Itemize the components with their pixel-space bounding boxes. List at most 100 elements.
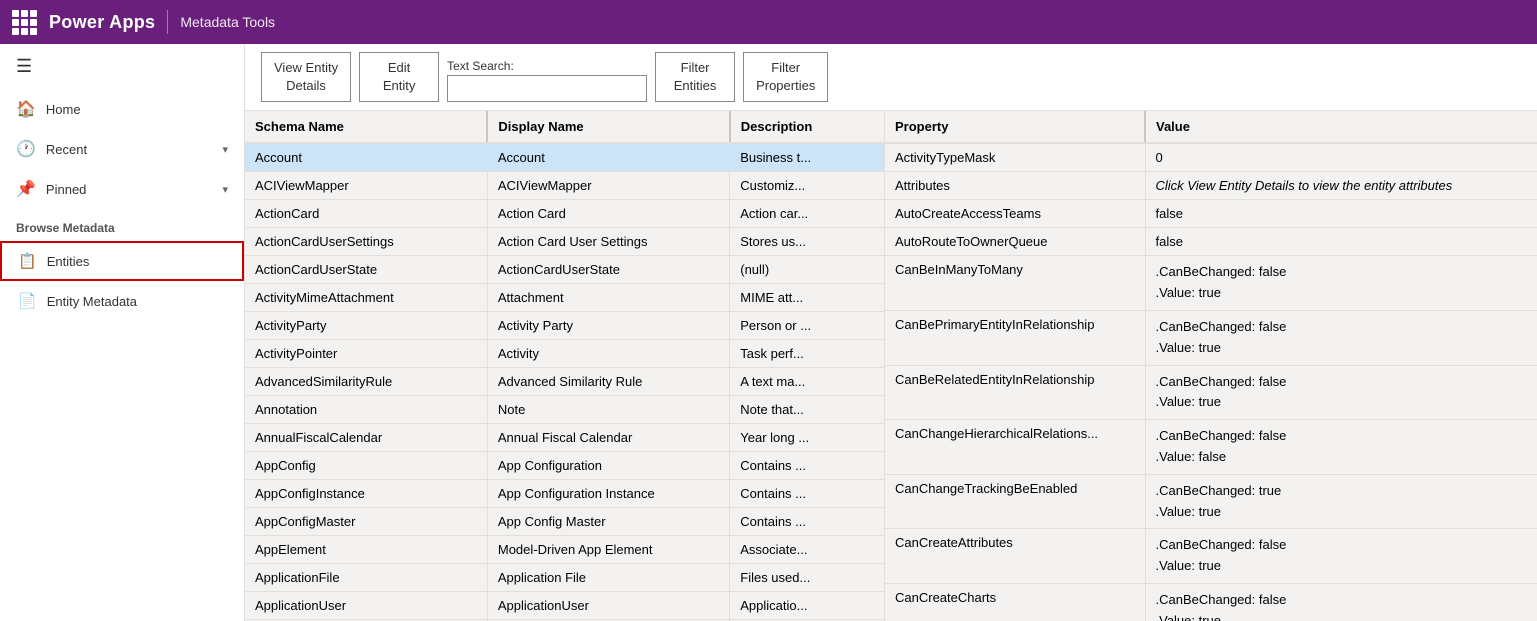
prop-name: ActivityTypeMask — [885, 143, 1145, 172]
prop-value: .CanBeChanged: false .Value: true — [1145, 529, 1537, 584]
prop-value: 0 — [1145, 143, 1537, 172]
recent-icon: 🕐 — [16, 139, 36, 159]
schema-name-cell: ACIViewMapper — [245, 172, 487, 200]
table-row[interactable]: ActionCardUserStateActionCardUserState(n… — [245, 256, 884, 284]
schema-name-cell: AppConfigMaster — [245, 508, 487, 536]
browse-metadata-title: Browse Metadata — [0, 209, 244, 241]
property-header: Property — [885, 111, 1145, 143]
sidebar-item-pinned[interactable]: 📌 Pinned ▾ — [0, 169, 244, 209]
display-name-cell: ActionCardUserState — [487, 256, 729, 284]
display-name-cell: Note — [487, 396, 729, 424]
prop-value: .CanBeChanged: true .Value: true — [1145, 474, 1537, 529]
description-cell: Applicatio... — [730, 592, 884, 620]
display-name-cell: App Config Master — [487, 508, 729, 536]
top-navigation: Power Apps Metadata Tools — [0, 0, 1537, 44]
prop-name: CanBePrimaryEntityInRelationship — [885, 310, 1145, 365]
search-group: Text Search: — [447, 59, 647, 102]
prop-row: CanCreateAttributes.CanBeChanged: false … — [885, 529, 1537, 584]
table-row[interactable]: AppConfigMasterApp Config MasterContains… — [245, 508, 884, 536]
prop-row: CanCreateCharts.CanBeChanged: false .Val… — [885, 583, 1537, 621]
entity-metadata-icon: 📄 — [18, 292, 37, 310]
prop-name: CanCreateAttributes — [885, 529, 1145, 584]
table-row[interactable]: ActivityPointerActivityTask perf... — [245, 340, 884, 368]
entity-list: Schema Name Display Name Description Acc… — [245, 111, 885, 621]
prop-value: .CanBeChanged: false .Value: true — [1145, 365, 1537, 420]
search-input[interactable] — [447, 75, 647, 102]
schema-name-cell: ActionCardUserSettings — [245, 228, 487, 256]
table-row[interactable]: AdvancedSimilarityRuleAdvanced Similarit… — [245, 368, 884, 396]
prop-row: AttributesClick View Entity Details to v… — [885, 172, 1537, 200]
prop-row: CanBeInManyToMany.CanBeChanged: false .V… — [885, 256, 1537, 311]
table-row[interactable]: AppConfigInstanceApp Configuration Insta… — [245, 480, 884, 508]
sidebar: ☰ 🏠 Home 🕐 Recent ▾ 📌 Pinned ▾ Browse Me… — [0, 44, 245, 621]
description-cell: A text ma... — [730, 368, 884, 396]
table-row[interactable]: ActionCardAction CardAction car... — [245, 200, 884, 228]
schema-name-cell: ActionCardUserState — [245, 256, 487, 284]
table-row[interactable]: ActivityMimeAttachmentAttachmentMIME att… — [245, 284, 884, 312]
sidebar-item-recent[interactable]: 🕐 Recent ▾ — [0, 129, 244, 169]
entity-metadata-label: Entity Metadata — [47, 294, 137, 309]
prop-row: CanChangeTrackingBeEnabled.CanBeChanged:… — [885, 474, 1537, 529]
description-cell: Year long ... — [730, 424, 884, 452]
prop-row: ActivityTypeMask0 — [885, 143, 1537, 172]
prop-row: CanBeRelatedEntityInRelationship.CanBeCh… — [885, 365, 1537, 420]
description-cell: Associate... — [730, 536, 884, 564]
display-name-cell: Advanced Similarity Rule — [487, 368, 729, 396]
prop-name: CanBeRelatedEntityInRelationship — [885, 365, 1145, 420]
display-name-cell: Activity — [487, 340, 729, 368]
display-name-cell: ACIViewMapper — [487, 172, 729, 200]
table-row[interactable]: AppElementModel-Driven App ElementAssoci… — [245, 536, 884, 564]
table-row[interactable]: ACIViewMapperACIViewMapperCustomiz... — [245, 172, 884, 200]
properties-panel[interactable]: Property Value ActivityTypeMask0Attribut… — [885, 111, 1537, 621]
description-cell: Stores us... — [730, 228, 884, 256]
description-cell: Task perf... — [730, 340, 884, 368]
schema-name-cell: ActionCard — [245, 200, 487, 228]
prop-value: .CanBeChanged: false .Value: true — [1145, 583, 1537, 621]
schema-name-cell: ApplicationFile — [245, 564, 487, 592]
main-layout: ☰ 🏠 Home 🕐 Recent ▾ 📌 Pinned ▾ Browse Me… — [0, 44, 1537, 621]
table-row[interactable]: AnnualFiscalCalendarAnnual Fiscal Calend… — [245, 424, 884, 452]
display-name-cell: Activity Party — [487, 312, 729, 340]
table-row[interactable]: AppConfigApp ConfigurationContains ... — [245, 452, 884, 480]
schema-name-cell: AnnualFiscalCalendar — [245, 424, 487, 452]
value-header: Value — [1145, 111, 1537, 143]
waffle-menu[interactable] — [12, 10, 37, 35]
sidebar-item-entities[interactable]: 📋 Entities — [0, 241, 244, 281]
hamburger-menu[interactable]: ☰ — [0, 44, 244, 89]
table-row[interactable]: AnnotationNoteNote that... — [245, 396, 884, 424]
schema-name-cell: ApplicationUser — [245, 592, 487, 620]
schema-name-cell: ActivityMimeAttachment — [245, 284, 487, 312]
prop-row: CanChangeHierarchicalRelations....CanBeC… — [885, 420, 1537, 475]
prop-value: .CanBeChanged: false .Value: true — [1145, 256, 1537, 311]
pinned-label: Pinned — [46, 182, 213, 197]
table-row[interactable]: ActivityPartyActivity PartyPerson or ... — [245, 312, 884, 340]
filter-entities-button[interactable]: Filter Entities — [655, 52, 735, 102]
description-cell: Contains ... — [730, 480, 884, 508]
prop-name: Attributes — [885, 172, 1145, 200]
home-label: Home — [46, 102, 228, 117]
table-row[interactable]: AccountAccountBusiness t... — [245, 143, 884, 172]
table-row[interactable]: ActionCardUserSettingsAction Card User S… — [245, 228, 884, 256]
prop-name: CanCreateCharts — [885, 583, 1145, 621]
sidebar-item-entity-metadata[interactable]: 📄 Entity Metadata — [0, 281, 244, 321]
prop-name: AutoRouteToOwnerQueue — [885, 228, 1145, 256]
schema-name-cell: Annotation — [245, 396, 487, 424]
prop-value: .CanBeChanged: false .Value: false — [1145, 420, 1537, 475]
description-cell: Contains ... — [730, 452, 884, 480]
prop-name: CanChangeTrackingBeEnabled — [885, 474, 1145, 529]
properties-table: Property Value ActivityTypeMask0Attribut… — [885, 111, 1537, 621]
sidebar-item-home[interactable]: 🏠 Home — [0, 89, 244, 129]
display-name-cell: Annual Fiscal Calendar — [487, 424, 729, 452]
display-name-cell: App Configuration Instance — [487, 480, 729, 508]
display-name-cell: Action Card — [487, 200, 729, 228]
app-brand: Power Apps — [49, 12, 155, 33]
description-cell: Files used... — [730, 564, 884, 592]
table-row[interactable]: ApplicationUserApplicationUserApplicatio… — [245, 592, 884, 620]
view-entity-details-button[interactable]: View Entity Details — [261, 52, 351, 102]
display-name-cell: Model-Driven App Element — [487, 536, 729, 564]
entity-table-scroll[interactable]: Schema Name Display Name Description Acc… — [245, 111, 884, 621]
filter-properties-button[interactable]: Filter Properties — [743, 52, 828, 102]
edit-entity-button[interactable]: Edit Entity — [359, 52, 439, 102]
entities-icon: 📋 — [18, 252, 37, 270]
table-row[interactable]: ApplicationFileApplication FileFiles use… — [245, 564, 884, 592]
